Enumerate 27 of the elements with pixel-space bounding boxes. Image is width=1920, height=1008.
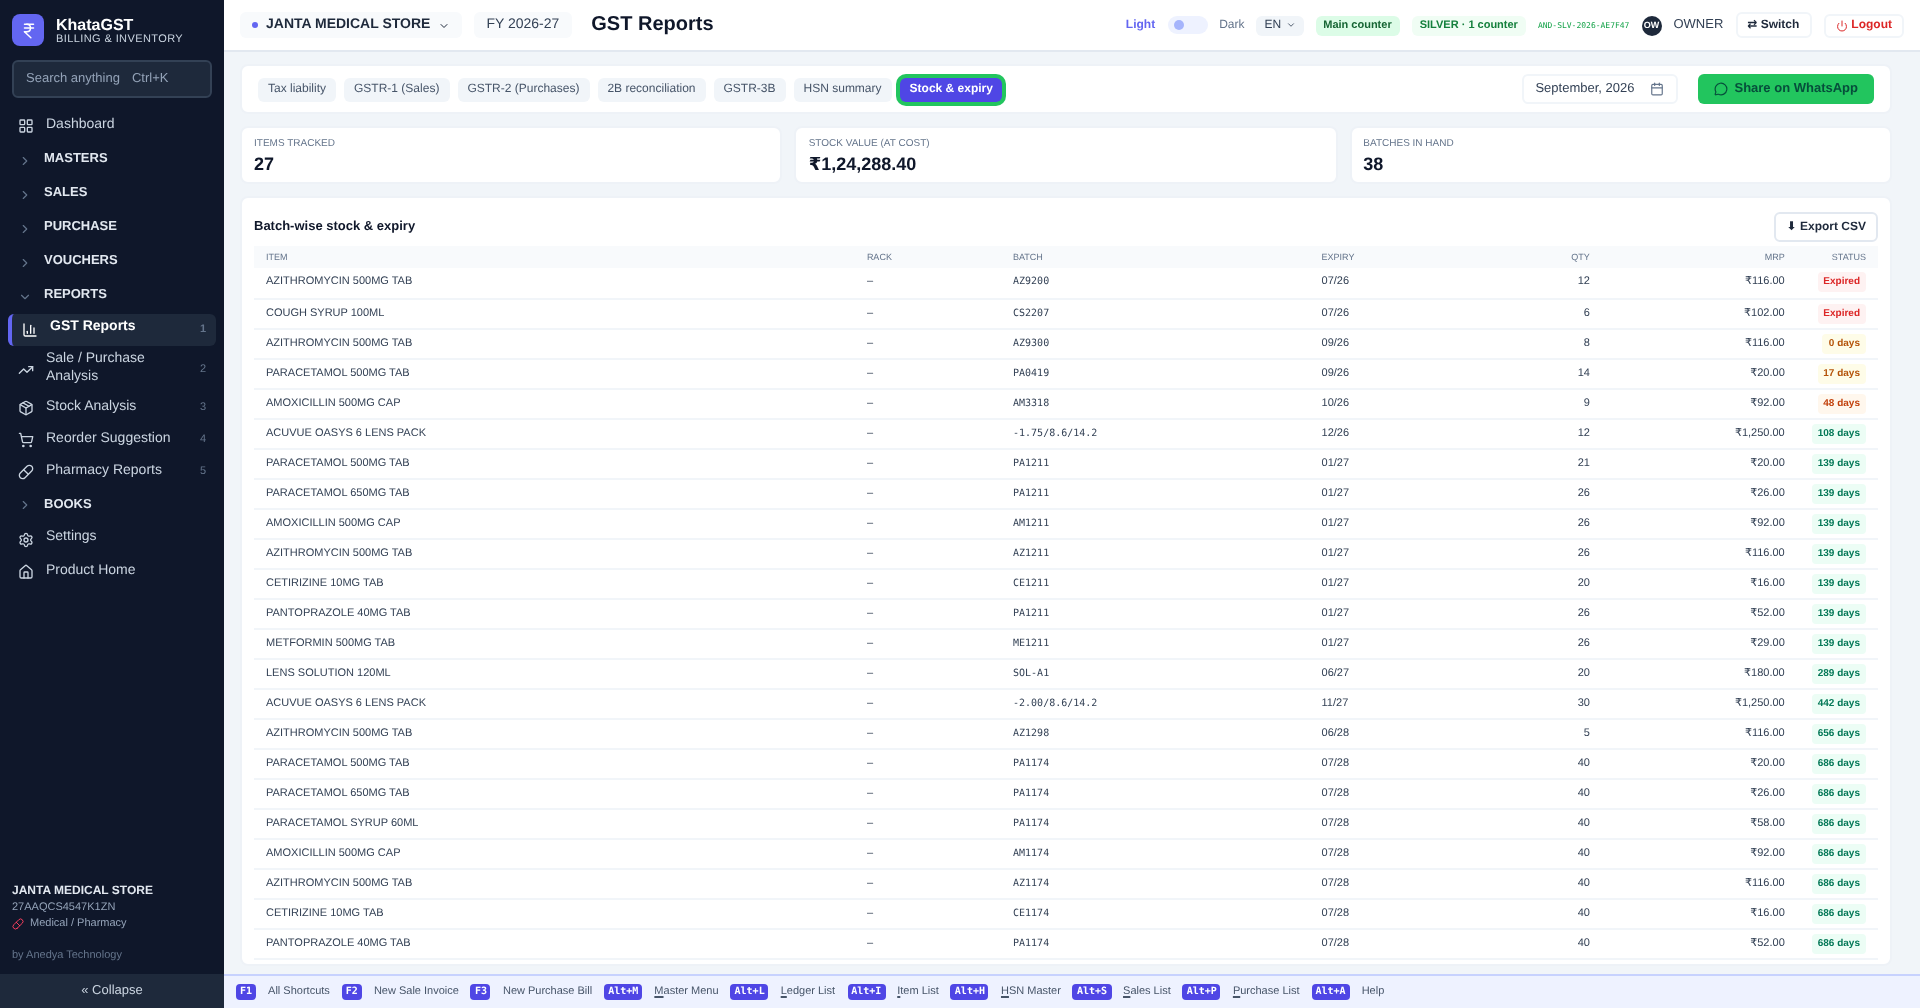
caret-icon: [438, 19, 451, 31]
pill-icon: [12, 918, 24, 930]
grid-icon: [18, 118, 34, 135]
power-icon: [1835, 19, 1848, 31]
stat-value: 27: [254, 154, 277, 174]
chevron-icon: [18, 255, 32, 270]
settings-icon: [18, 531, 34, 548]
bar-chart-icon: [22, 321, 38, 338]
page-title: GST Reports: [591, 14, 714, 36]
caret-icon: [1285, 20, 1296, 30]
calendar-icon: [1650, 82, 1665, 96]
stat-value: ₹1,24,288.40: [808, 154, 919, 176]
chat-bubble-icon: [1714, 82, 1729, 96]
chevron-icon: [18, 289, 32, 304]
trend-icon: [18, 361, 34, 377]
stat-value: 38: [1363, 154, 1386, 174]
home-icon: [18, 564, 34, 581]
chevron-icon: [18, 153, 32, 168]
brand-name: KhataGST: [56, 15, 136, 33]
logo-icon: [12, 14, 44, 46]
chevron-icon: [18, 498, 32, 513]
chevron-icon: [18, 221, 32, 236]
theme-toggle[interactable]: [1167, 16, 1208, 34]
box-icon: [18, 400, 34, 417]
pill-icon: [18, 464, 34, 481]
cart-icon: [18, 432, 34, 449]
chevron-icon: [18, 187, 32, 202]
